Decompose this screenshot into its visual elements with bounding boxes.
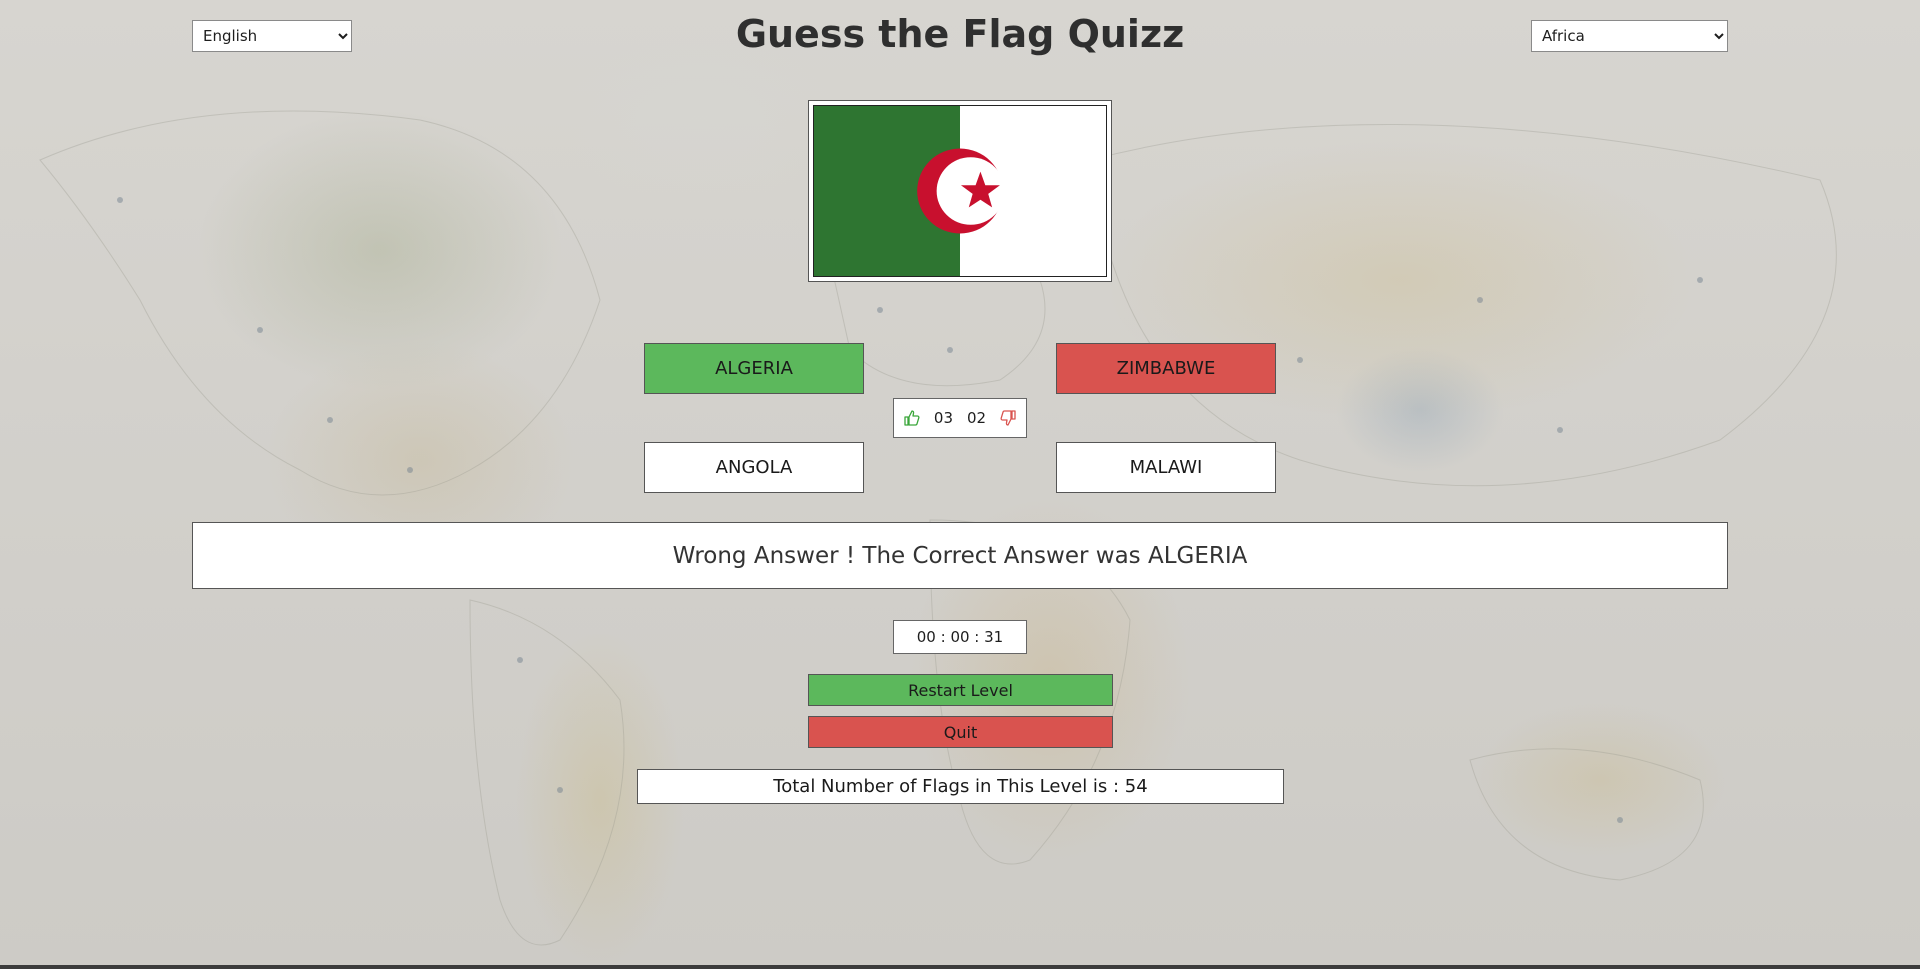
algeria-flag-icon	[813, 105, 1107, 277]
restart-level-button[interactable]: Restart Level	[808, 674, 1113, 706]
answer-label: ALGERIA	[715, 358, 793, 379]
flag-frame	[808, 100, 1112, 282]
timer: 00 : 00 : 31	[893, 620, 1027, 654]
answer-label: MALAWI	[1129, 457, 1203, 478]
score-box: 03 02	[893, 398, 1027, 438]
total-flags-text: Total Number of Flags in This Level is :…	[773, 776, 1148, 797]
answer-label: ZIMBABWE	[1116, 358, 1216, 379]
thumbs-up-icon	[904, 410, 920, 426]
wrong-count: 02	[967, 409, 987, 427]
quit-button[interactable]: Quit	[808, 716, 1113, 748]
answer-label: ANGOLA	[715, 457, 793, 478]
total-flags-info: Total Number of Flags in This Level is :…	[637, 769, 1284, 804]
region-select[interactable]: Africa	[1531, 20, 1728, 52]
answer-button-algeria[interactable]: ALGERIA	[644, 343, 864, 394]
answer-button-angola[interactable]: ANGOLA	[644, 442, 864, 493]
answer-button-zimbabwe[interactable]: ZIMBABWE	[1056, 343, 1276, 394]
restart-label: Restart Level	[908, 680, 1013, 700]
answer-button-malawi[interactable]: MALAWI	[1056, 442, 1276, 493]
thumbs-down-icon	[1000, 410, 1016, 426]
feedback-message: Wrong Answer ! The Correct Answer was AL…	[192, 522, 1728, 589]
quit-label: Quit	[943, 722, 978, 742]
feedback-text: Wrong Answer ! The Correct Answer was AL…	[672, 542, 1248, 569]
timer-text: 00 : 00 : 31	[916, 628, 1004, 646]
bottom-bar	[0, 965, 1920, 969]
correct-count: 03	[933, 409, 953, 427]
